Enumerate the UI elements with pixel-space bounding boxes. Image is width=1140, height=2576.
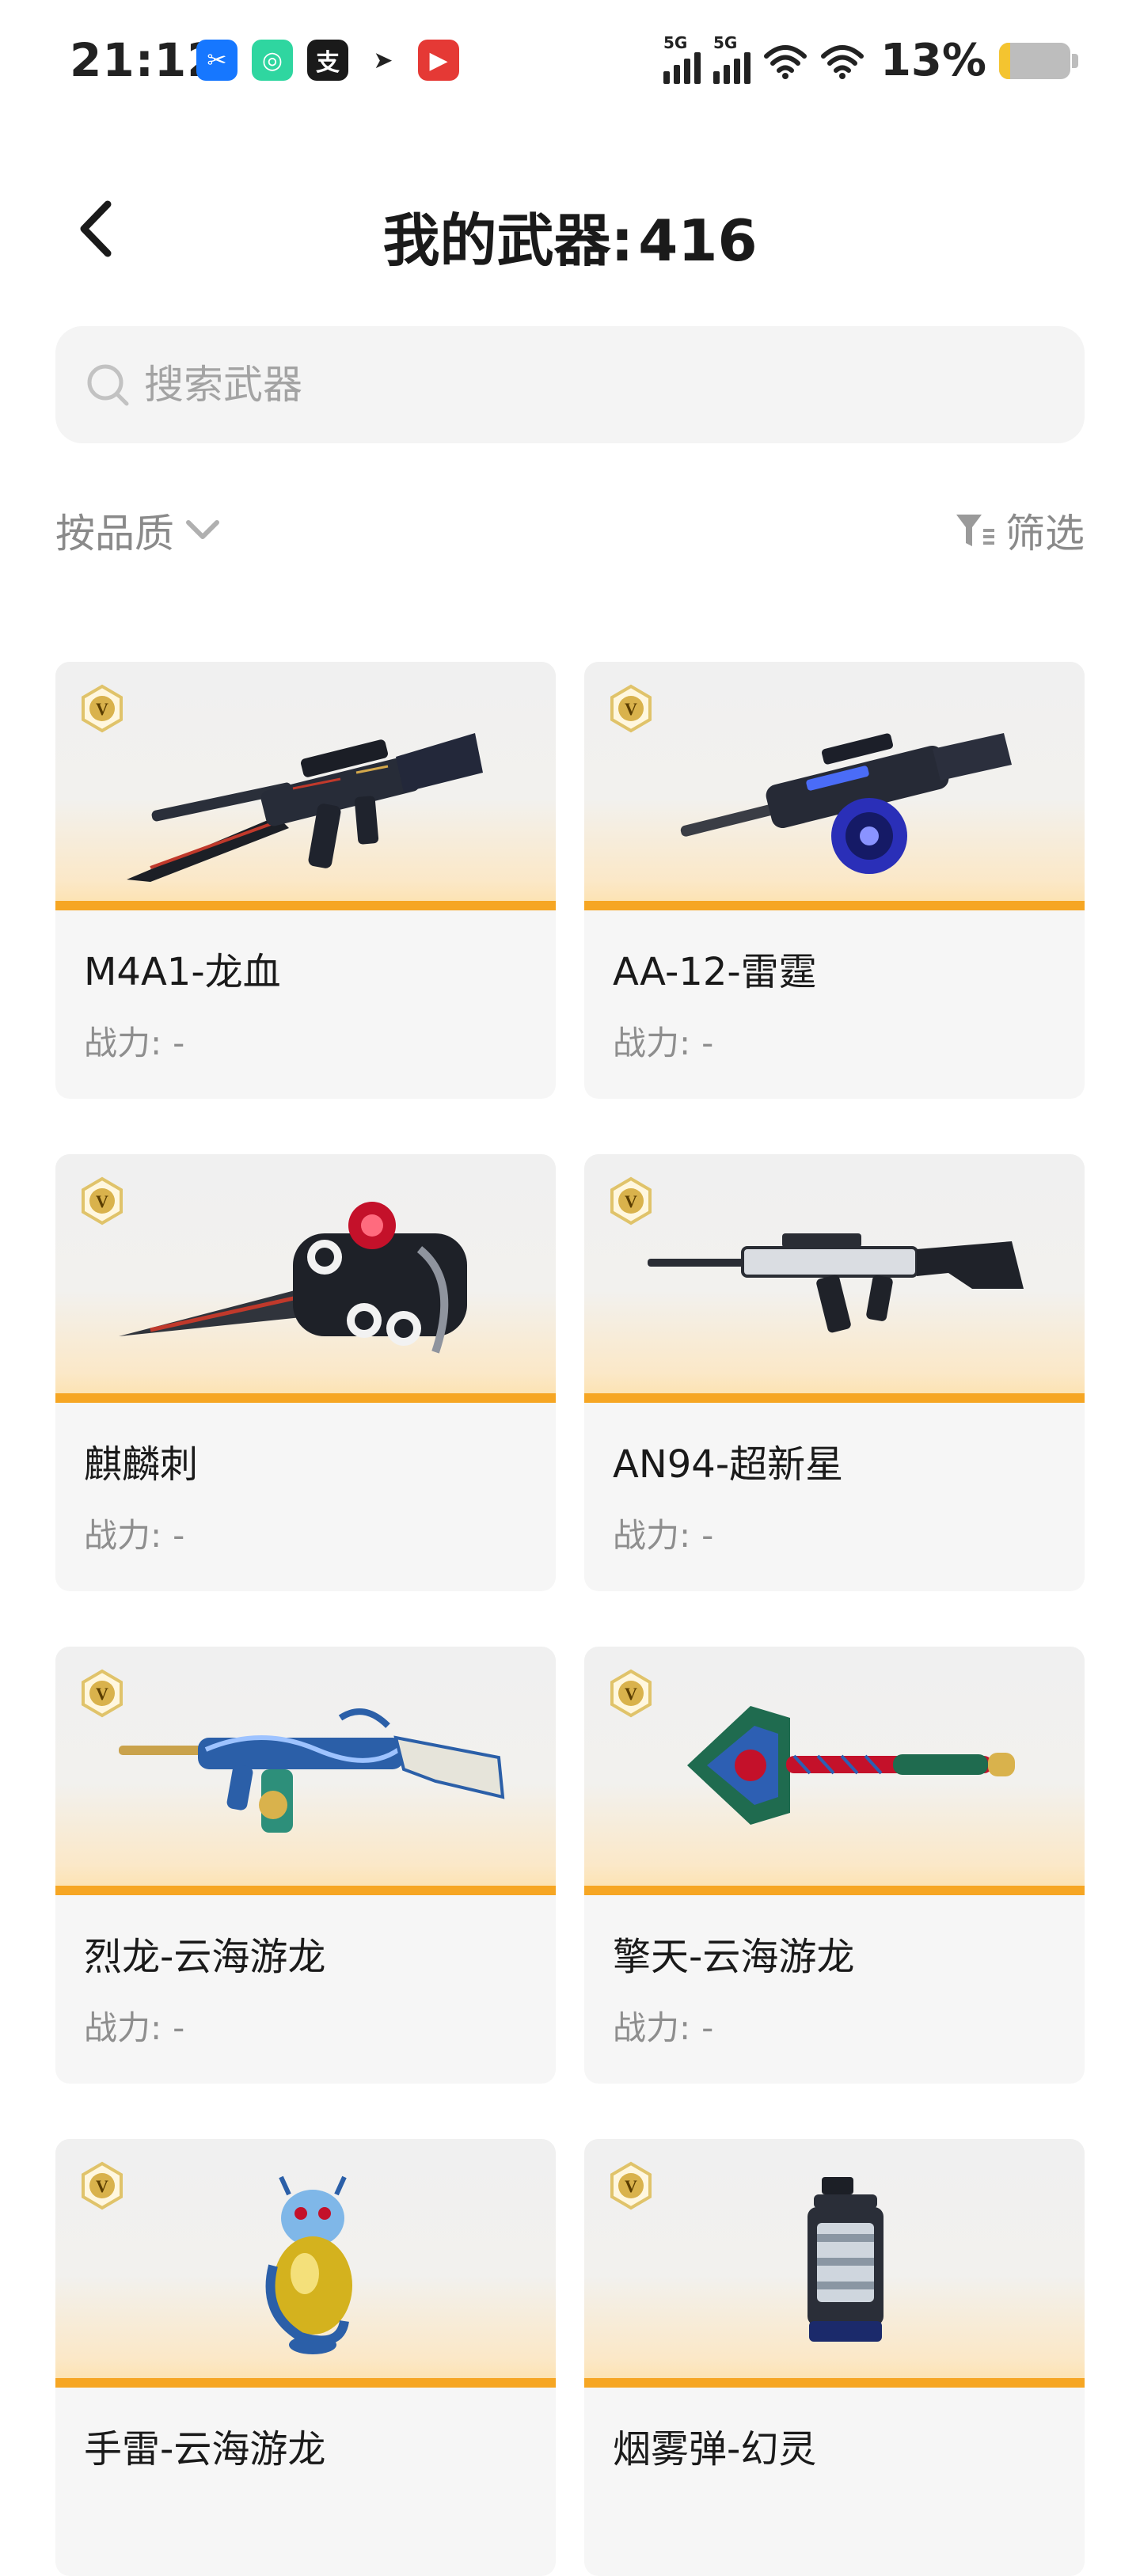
wifi-icon bbox=[820, 44, 864, 79]
power-label: 战力: bbox=[613, 1516, 691, 1555]
weapon-card[interactable]: V AN94-超新星 战力: - bbox=[584, 1154, 1085, 1591]
weapon-card[interactable]: V 麒麟刺 战力: - bbox=[55, 1154, 556, 1591]
weapon-power: 战力: - bbox=[613, 2001, 713, 2050]
weapon-name: M4A1-龙血 bbox=[84, 950, 281, 994]
weapon-name: 擎天-云海游龙 bbox=[613, 1935, 855, 1979]
power-label: 战力: bbox=[84, 1516, 162, 1555]
page-title: 我的武器:416 bbox=[0, 194, 1140, 277]
weapon-image-area: V bbox=[584, 2139, 1085, 2388]
camera-app-icon: ◎ bbox=[252, 40, 293, 81]
dragon-shovel-image bbox=[687, 1706, 1015, 1825]
weapon-name: 烟雾弹-幻灵 bbox=[613, 2427, 817, 2472]
wifi-plus-icon bbox=[763, 44, 807, 79]
battery-percent: 13% bbox=[880, 35, 986, 86]
weapon-power: 战力: - bbox=[84, 2001, 184, 2050]
weapon-name: 手雷-云海游龙 bbox=[84, 2427, 326, 2472]
power-value: - bbox=[701, 1516, 714, 1555]
weapon-image-area: V bbox=[55, 662, 556, 910]
search-icon bbox=[87, 364, 129, 406]
assault-rifle-image bbox=[648, 1233, 1024, 1333]
weapon-card[interactable]: V 擎天-云海游龙 战力: - bbox=[584, 1647, 1085, 2084]
search-bar[interactable] bbox=[55, 326, 1085, 443]
power-value: - bbox=[173, 1024, 185, 1062]
weapon-image-area: V bbox=[55, 2139, 556, 2388]
shark-app-icon: ➤ bbox=[373, 46, 393, 74]
weapon-image-area: V bbox=[584, 662, 1085, 910]
filter-button[interactable]: 筛选 bbox=[955, 502, 1085, 559]
rifle-image bbox=[127, 733, 483, 882]
notification-icons: ✂ ◎ 支 ➤ ▶ bbox=[196, 40, 459, 81]
weapon-image-area: V bbox=[55, 1154, 556, 1403]
weapon-image-area: V bbox=[584, 1154, 1085, 1403]
power-value: - bbox=[173, 1516, 185, 1555]
video-app-icon: ▶ bbox=[418, 40, 459, 81]
battery-icon bbox=[999, 42, 1078, 79]
shotgun-image bbox=[680, 733, 1012, 874]
weapon-card[interactable]: V 烈龙-云海游龙 战力: - bbox=[55, 1647, 556, 2084]
status-bar: 21:12 ✂ ◎ 支 ➤ ▶ 5G 5G 13% bbox=[0, 0, 1140, 127]
weapon-power: 战力: - bbox=[613, 1016, 713, 1065]
weapon-card[interactable]: V 手雷-云海游龙 bbox=[55, 2139, 556, 2576]
weapon-name: 烈龙-云海游龙 bbox=[84, 1935, 326, 1979]
status-indicators: 5G 5G 13% bbox=[663, 33, 1078, 86]
page-title-label: 我的武器: bbox=[382, 207, 634, 274]
cellular-signal-icon: 5G bbox=[663, 33, 701, 84]
chevron-down-icon bbox=[186, 520, 219, 539]
power-label: 战力: bbox=[613, 1024, 691, 1062]
dragon-grenade-image bbox=[265, 2175, 352, 2354]
cellular-signal-icon: 5G bbox=[712, 33, 750, 84]
alipay-icon: 支 bbox=[307, 40, 348, 81]
weapon-power: 战力: - bbox=[84, 1016, 184, 1065]
power-value: - bbox=[701, 1024, 714, 1062]
filter-icon bbox=[956, 515, 994, 546]
network-type-label: 5G bbox=[712, 32, 738, 52]
weapon-card[interactable]: V AA-12-雷霆 战力: - bbox=[584, 662, 1085, 1099]
weapon-power: 战力: - bbox=[613, 1509, 713, 1557]
dragon-smg-image bbox=[119, 1708, 505, 1833]
smoke-grenade-image bbox=[808, 2177, 884, 2342]
weapon-card[interactable]: V 烟雾弹-幻灵 bbox=[584, 2139, 1085, 2576]
sort-dropdown[interactable]: 按品质 bbox=[55, 502, 223, 559]
weapon-name: AN94-超新星 bbox=[613, 1442, 844, 1487]
network-type-label: 5G bbox=[663, 32, 688, 52]
knuckle-blade-image bbox=[119, 1202, 467, 1354]
weapon-count: 416 bbox=[638, 207, 758, 274]
power-value: - bbox=[701, 2008, 714, 2047]
power-label: 战力: bbox=[84, 1024, 162, 1062]
weapon-name: AA-12-雷霆 bbox=[613, 950, 817, 994]
power-label: 战力: bbox=[84, 2008, 162, 2047]
power-label: 战力: bbox=[613, 2008, 691, 2047]
weapon-name: 麒麟刺 bbox=[84, 1442, 199, 1487]
power-value: - bbox=[173, 2008, 185, 2047]
weapon-card[interactable]: V M4A1-龙血 战力: - bbox=[55, 662, 556, 1099]
weapon-image-area: V bbox=[55, 1647, 556, 1895]
sort-label: 按品质 bbox=[55, 511, 174, 557]
weapon-image-area: V bbox=[584, 1647, 1085, 1895]
scissors-app-icon: ✂ bbox=[196, 40, 238, 81]
weapon-grid: V M4A1-龙血 战力: - V AA-12-雷霆 战力: - V 麒麟刺 战… bbox=[55, 662, 1085, 2576]
weapon-power: 战力: - bbox=[84, 1509, 184, 1557]
filter-label: 筛选 bbox=[1005, 511, 1085, 557]
search-input[interactable] bbox=[142, 361, 1016, 408]
